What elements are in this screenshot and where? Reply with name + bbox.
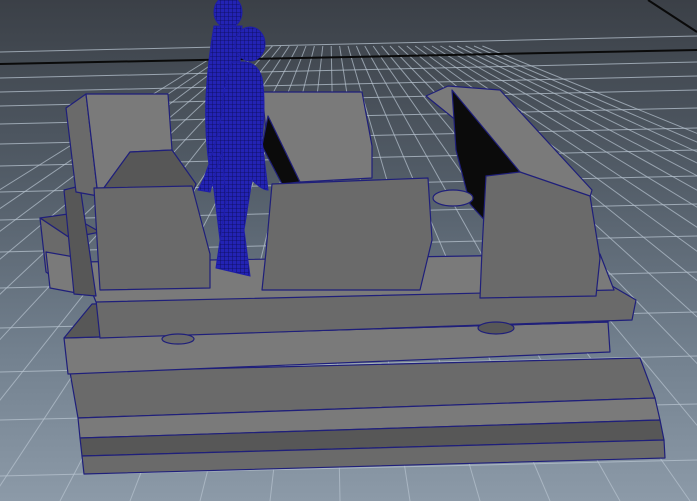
scene-canvas[interactable] [0, 0, 697, 501]
wheel-detail [477, 321, 515, 335]
maya-3d-viewport[interactable] [0, 0, 697, 501]
grid-axis-z [647, 0, 697, 33]
grid-line [0, 35, 697, 53]
wheel-detail [432, 189, 474, 207]
seat1-box [93, 185, 211, 291]
grid-line [0, 61, 697, 79]
wheel-detail [161, 333, 195, 345]
seat2-box [261, 177, 433, 291]
grid-axis-x [0, 49, 697, 65]
grid-line [0, 75, 697, 93]
human-figures[interactable] [197, 0, 269, 277]
